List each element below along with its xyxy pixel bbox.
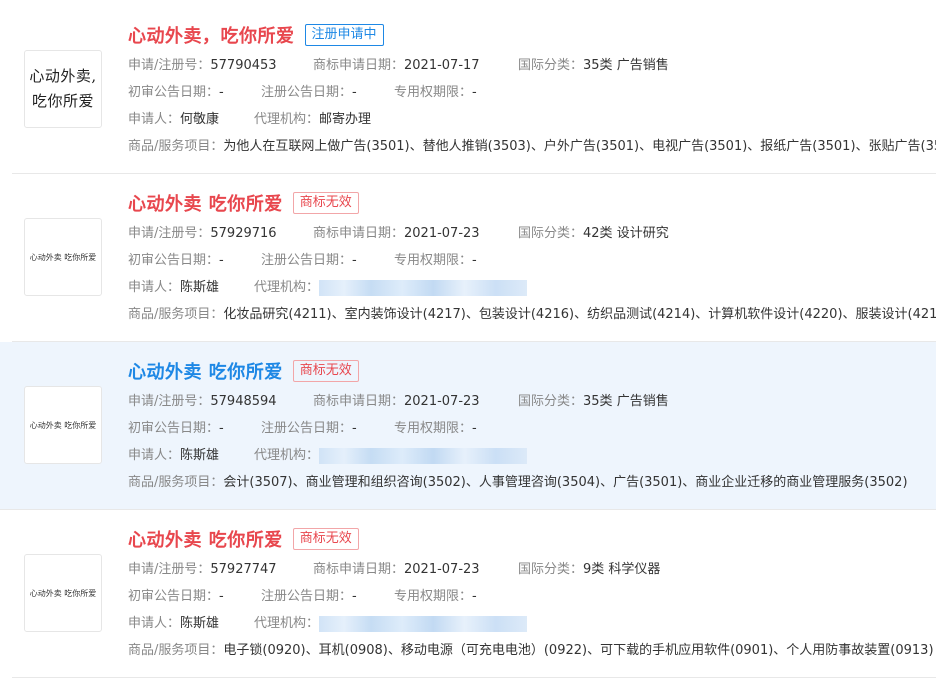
intl-class-value: 35类 广告销售 bbox=[583, 394, 669, 409]
goods-label: 商品/服务项目： bbox=[128, 139, 224, 154]
logo-line-1: 心动外卖, bbox=[29, 67, 97, 85]
trademark-logo[interactable]: 心动外卖 吃你所爱 bbox=[24, 554, 102, 632]
goods-value: 为他人在互联网上做广告(3501)、替他人推销(3503)、户外广告(3501)… bbox=[223, 139, 936, 154]
trademark-result-list: 心动外卖, 吃你所爱 心动外卖，吃你所爱 注册申请中 申请/注册号：577904… bbox=[0, 0, 936, 678]
apply-date-label: 商标申请日期： bbox=[313, 58, 405, 73]
prelim-date-value: - bbox=[219, 421, 224, 436]
prelim-date-value: - bbox=[219, 253, 224, 268]
exclusive-period-value: - bbox=[472, 253, 477, 268]
reg-notice-date-label: 注册公告日期： bbox=[261, 253, 353, 268]
trademark-name[interactable]: 心动外卖 吃你所爱 bbox=[128, 190, 283, 216]
apply-date-value: 2021-07-23 bbox=[404, 562, 480, 577]
status-badge: 注册申请中 bbox=[304, 24, 384, 46]
goods-label: 商品/服务项目： bbox=[128, 307, 224, 322]
agency-label: 代理机构： bbox=[254, 448, 320, 463]
applicant-value: 陈斯雄 bbox=[180, 448, 220, 463]
exclusive-period-label: 专用权期限： bbox=[394, 421, 473, 436]
trademark-logo[interactable]: 心动外卖, 吃你所爱 bbox=[24, 50, 102, 128]
apply-date-label: 商标申请日期： bbox=[313, 226, 405, 241]
trademark-name[interactable]: 心动外卖，吃你所爱 bbox=[128, 22, 295, 48]
agency-label: 代理机构： bbox=[254, 616, 320, 631]
prelim-date-value: - bbox=[219, 85, 224, 100]
prelim-date-value: - bbox=[219, 589, 224, 604]
intl-class-value: 9类 科学仪器 bbox=[583, 562, 661, 577]
prelim-date-label: 初审公告日期： bbox=[128, 85, 220, 100]
trademark-name[interactable]: 心动外卖 吃你所爱 bbox=[128, 526, 283, 552]
trademark-card[interactable]: 心动外卖 吃你所爱 心动外卖 吃你所爱 商标无效 申请/注册号：57929716… bbox=[12, 174, 936, 342]
logo-line-2: 吃你所爱 bbox=[31, 92, 94, 110]
intl-class-label: 国际分类： bbox=[518, 58, 584, 73]
applicant-value: 陈斯雄 bbox=[180, 280, 220, 295]
intl-class-label: 国际分类： bbox=[518, 226, 584, 241]
exclusive-period-label: 专用权期限： bbox=[394, 253, 473, 268]
prelim-date-label: 初审公告日期： bbox=[128, 589, 220, 604]
applicant-label: 申请人： bbox=[128, 616, 181, 631]
reg-notice-date-value: - bbox=[352, 589, 357, 604]
applicant-value: 何敬康 bbox=[180, 112, 220, 127]
exclusive-period-label: 专用权期限： bbox=[394, 589, 473, 604]
logo-text: 心动外卖 吃你所爱 bbox=[29, 588, 97, 598]
apply-date-value: 2021-07-23 bbox=[404, 226, 480, 241]
goods-label: 商品/服务项目： bbox=[128, 643, 224, 658]
applicant-label: 申请人： bbox=[128, 280, 181, 295]
status-badge: 商标无效 bbox=[292, 360, 359, 382]
reg-no-label: 申请/注册号： bbox=[128, 562, 211, 577]
intl-class-label: 国际分类： bbox=[518, 394, 584, 409]
reg-notice-date-value: - bbox=[352, 85, 357, 100]
logo-text: 心动外卖 吃你所爱 bbox=[29, 420, 97, 430]
intl-class-value: 35类 广告销售 bbox=[583, 58, 669, 73]
exclusive-period-value: - bbox=[472, 589, 477, 604]
logo-text: 心动外卖 吃你所爱 bbox=[29, 252, 97, 262]
goods-value: 化妆品研究(4211)、室内装饰设计(4217)、包装设计(4216)、纺织品测… bbox=[223, 307, 936, 322]
trademark-logo[interactable]: 心动外卖 吃你所爱 bbox=[24, 386, 102, 464]
reg-notice-date-label: 注册公告日期： bbox=[261, 85, 353, 100]
prelim-date-label: 初审公告日期： bbox=[128, 421, 220, 436]
apply-date-value: 2021-07-17 bbox=[404, 58, 480, 73]
goods-value: 会计(3507)、商业管理和组织咨询(3502)、人事管理咨询(3504)、广告… bbox=[223, 475, 908, 490]
status-badge: 商标无效 bbox=[292, 528, 359, 550]
applicant-label: 申请人： bbox=[128, 448, 181, 463]
reg-no-value: 57790453 bbox=[210, 58, 277, 73]
reg-notice-date-value: - bbox=[352, 421, 357, 436]
exclusive-period-value: - bbox=[472, 85, 477, 100]
reg-no-value: 57929716 bbox=[210, 226, 277, 241]
trademark-card[interactable]: 心动外卖 吃你所爱 心动外卖 吃你所爱 商标无效 申请/注册号：57948594… bbox=[0, 342, 936, 510]
goods-value: 电子锁(0920)、耳机(0908)、移动电源（可充电电池）(0922)、可下载… bbox=[223, 643, 934, 658]
reg-no-value: 57948594 bbox=[210, 394, 277, 409]
apply-date-value: 2021-07-23 bbox=[404, 394, 480, 409]
agency-label: 代理机构： bbox=[254, 280, 320, 295]
trademark-logo[interactable]: 心动外卖 吃你所爱 bbox=[24, 218, 102, 296]
apply-date-label: 商标申请日期： bbox=[313, 562, 405, 577]
reg-no-label: 申请/注册号： bbox=[128, 226, 211, 241]
trademark-name[interactable]: 心动外卖 吃你所爱 bbox=[128, 358, 283, 384]
agency-redacted bbox=[319, 279, 528, 296]
trademark-card[interactable]: 心动外卖, 吃你所爱 心动外卖，吃你所爱 注册申请中 申请/注册号：577904… bbox=[12, 6, 936, 174]
reg-no-label: 申请/注册号： bbox=[128, 394, 211, 409]
apply-date-label: 商标申请日期： bbox=[313, 394, 405, 409]
exclusive-period-value: - bbox=[472, 421, 477, 436]
applicant-value: 陈斯雄 bbox=[180, 616, 220, 631]
intl-class-value: 42类 设计研究 bbox=[583, 226, 669, 241]
agency-value: 邮寄办理 bbox=[319, 112, 372, 127]
exclusive-period-label: 专用权期限： bbox=[394, 85, 473, 100]
applicant-label: 申请人： bbox=[128, 112, 181, 127]
agency-redacted bbox=[319, 615, 528, 632]
prelim-date-label: 初审公告日期： bbox=[128, 253, 220, 268]
agency-label: 代理机构： bbox=[254, 112, 320, 127]
reg-no-label: 申请/注册号： bbox=[128, 58, 211, 73]
goods-label: 商品/服务项目： bbox=[128, 475, 224, 490]
reg-notice-date-label: 注册公告日期： bbox=[261, 589, 353, 604]
reg-no-value: 57927747 bbox=[210, 562, 277, 577]
reg-notice-date-value: - bbox=[352, 253, 357, 268]
trademark-card[interactable]: 心动外卖 吃你所爱 心动外卖 吃你所爱 商标无效 申请/注册号：57927747… bbox=[12, 510, 936, 678]
agency-redacted bbox=[319, 447, 528, 464]
reg-notice-date-label: 注册公告日期： bbox=[261, 421, 353, 436]
intl-class-label: 国际分类： bbox=[518, 562, 584, 577]
status-badge: 商标无效 bbox=[292, 192, 359, 214]
